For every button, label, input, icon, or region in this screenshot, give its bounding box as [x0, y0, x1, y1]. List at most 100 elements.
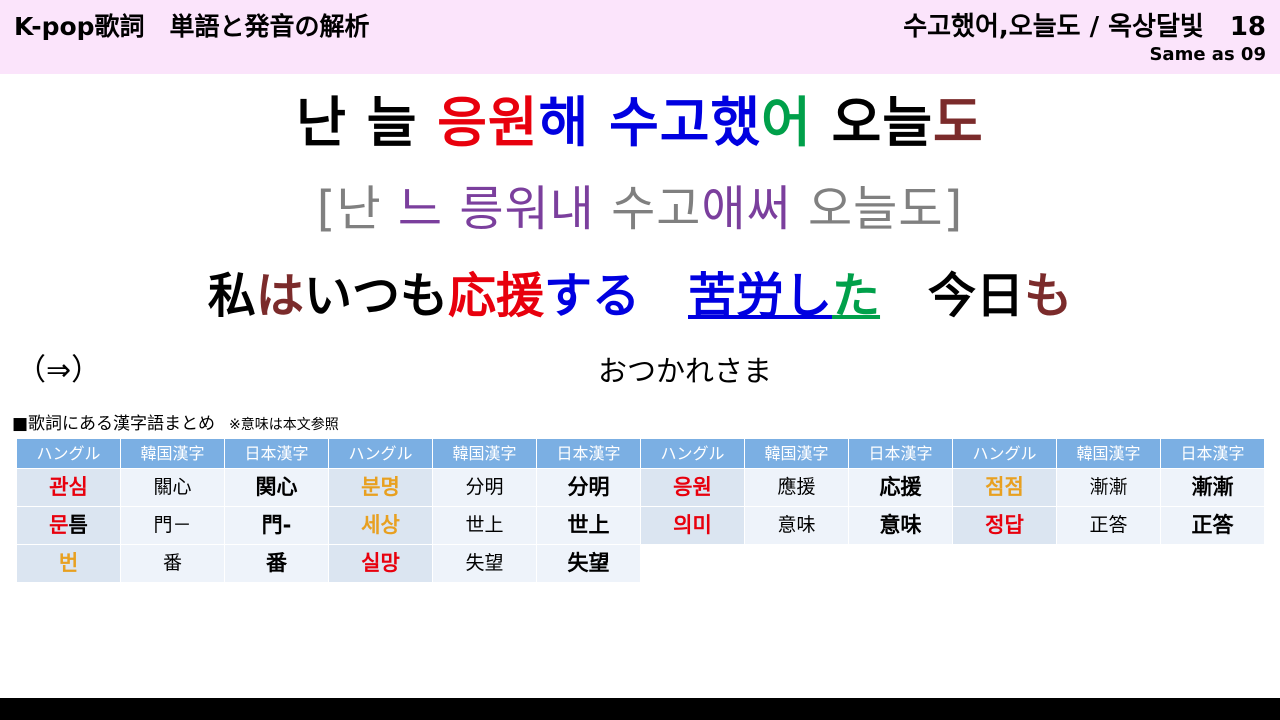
table-col-header: 韓国漢字 — [1056, 438, 1161, 469]
table-cell-korean-hanja: 正答 — [1056, 506, 1161, 545]
table-col-header: 日本漢字 — [224, 438, 329, 469]
table-cell-japanese-kanji: 漸漸 — [1160, 468, 1265, 507]
korean-run-0: 난 늘 — [296, 91, 438, 154]
table-cell-japanese-kanji: 世上 — [536, 506, 641, 545]
table-cell-korean-hanja: 番 — [120, 544, 225, 583]
header-subtitle: Same as 09 — [1149, 44, 1266, 65]
japanese-run-5 — [640, 268, 688, 324]
table-col-header: 韓国漢字 — [432, 438, 537, 469]
table-cell-hangul: 실망 — [328, 544, 433, 583]
korean-run-1: 응원 — [437, 91, 539, 154]
table-cell-korean-hanja: 分明 — [432, 468, 537, 507]
table-cell-hangul: 의미 — [640, 506, 745, 545]
korean-run-2: 해 — [538, 91, 610, 154]
table-cell-empty — [640, 544, 745, 583]
table-cell-japanese-kanji: 分明 — [536, 468, 641, 507]
table-header-row: ハングル 韓国漢字 日本漢字 ハングル 韓国漢字 日本漢字 ハングル 韓国漢字 日本漢字 ハングル… — [16, 438, 1265, 469]
table-row: 관심 關心 関心 분명 分明 分明 응원 應援 応援 점점 漸漸 漸漸 — [16, 468, 1265, 507]
table-col-header: ハングル — [952, 438, 1057, 469]
table-caption-main: ■歌詞にある漢字語まとめ — [12, 414, 216, 434]
lyric-line-pronunciation: [난 느 릉워내 수고애써 오늘도] — [0, 185, 1280, 233]
table-cell-korean-hanja: 應援 — [744, 468, 849, 507]
table-cell-hangul: 응원 — [640, 468, 745, 507]
hangul-part-1: 틈 — [68, 513, 88, 537]
table-cell-empty — [1160, 544, 1265, 583]
table-cell-korean-hanja: 意味 — [744, 506, 849, 545]
table-col-header: 日本漢字 — [1160, 438, 1265, 469]
pronunciation-run-5: 애써 — [701, 181, 792, 237]
korean-run-4: 어 — [761, 91, 812, 154]
japanese-run-8 — [880, 268, 928, 324]
japanese-run-6: 苦労し — [688, 268, 833, 324]
table-cell-empty — [848, 544, 953, 583]
table-cell-hangul: 정답 — [952, 506, 1057, 545]
page-title: K-pop歌詞 単語と発音の解析 — [14, 12, 370, 41]
japanese-run-2: いつも — [303, 268, 448, 324]
table-cell-japanese-kanji: 番 — [224, 544, 329, 583]
korean-run-6: 도 — [933, 91, 984, 154]
hangul-part-0: 세상 — [361, 513, 400, 537]
table-cell-korean-hanja: 漸漸 — [1056, 468, 1161, 507]
hangul-part-0: 실망 — [361, 551, 400, 575]
korean-run-3: 수고했 — [609, 91, 762, 154]
table-cell-hangul: 관심 — [16, 468, 121, 507]
table-col-header: ハングル — [328, 438, 433, 469]
table-cell-hangul: 번 — [16, 544, 121, 583]
japanese-run-9: 今日 — [928, 268, 1025, 324]
kanji-summary-table: ハングル 韓国漢字 日本漢字 ハングル 韓国漢字 日本漢字 ハングル 韓国漢字 日本漢字 ハングル… — [16, 438, 1265, 583]
hangul-part-0: 의미 — [673, 513, 712, 537]
korean-run-5: 오늘 — [811, 91, 934, 154]
hangul-part-0: 문 — [49, 513, 69, 537]
pronunciation-run-3: 릉워내 — [459, 181, 595, 237]
table-cell-korean-hanja: 門－ — [120, 506, 225, 545]
table-cell-hangul: 문틈 — [16, 506, 121, 545]
table-cell-hangul: 세상 — [328, 506, 433, 545]
table-cell-korean-hanja: 世上 — [432, 506, 537, 545]
table-cell-hangul: 분명 — [328, 468, 433, 507]
table-cell-japanese-kanji: 関心 — [224, 468, 329, 507]
table-row: 번 番番 실망 失望 失望 — [16, 544, 1265, 583]
lyric-line-korean: 난 늘 응원해 수고했어 오늘도 — [0, 96, 1280, 150]
hangul-part-0: 점점 — [985, 475, 1024, 499]
japanese-run-7: た — [832, 268, 881, 324]
table-row: 문틈 門－ 門- 세상 世上 世上 의미 意味 意味 정답 正答 正答 — [16, 506, 1265, 545]
japanese-run-1: は — [255, 268, 304, 324]
translation-note: おつかれさま — [597, 354, 772, 388]
table-caption: ■歌詞にある漢字語まとめ ※意味は本文参照 — [12, 409, 339, 434]
hangul-part-0: 응원 — [673, 475, 712, 499]
pronunciation-run-4: 수고 — [594, 181, 702, 237]
pronunciation-run-1: 느 — [397, 181, 444, 237]
table-cell-korean-hanja: 失望 — [432, 544, 537, 583]
table-col-header: 日本漢字 — [536, 438, 641, 469]
japanese-run-0: 私 — [207, 268, 256, 324]
slide-canvas: K-pop歌詞 単語と発音の解析 수고했어,오늘도 / 옥상달빛 18 Same… — [0, 0, 1280, 698]
table-cell-japanese-kanji: 応援 — [848, 468, 953, 507]
japanese-run-4: する — [543, 268, 640, 324]
table-cell-japanese-kanji: 意味 — [848, 506, 953, 545]
table-col-header: 日本漢字 — [848, 438, 953, 469]
table-cell-japanese-kanji: 失望 — [536, 544, 641, 583]
header-band: K-pop歌詞 単語と発音の解析 수고했어,오늘도 / 옥상달빛 18 Same… — [0, 0, 1280, 74]
table-body: 관심 關心 関心 분명 分明 分明 응원 應援 応援 점점 漸漸 漸漸 문틈 門－ 門- 세상 世上 世上 의미 意味… — [16, 468, 1265, 583]
japanese-run-3: 応援 — [447, 268, 544, 324]
table-cell-korean-hanja: 關心 — [120, 468, 225, 507]
table-cell-hangul: 점점 — [952, 468, 1057, 507]
table-caption-sub: ※意味は本文参照 — [215, 417, 339, 433]
table-col-header: 韓国漢字 — [744, 438, 849, 469]
table-cell-japanese-kanji: 正答 — [1160, 506, 1265, 545]
japanese-run-10: も — [1024, 268, 1073, 324]
table-cell-empty — [744, 544, 849, 583]
table-cell-empty — [952, 544, 1057, 583]
pronunciation-run-0: [난 — [316, 181, 398, 237]
table-col-header: ハングル — [640, 438, 745, 469]
pronunciation-run-2 — [443, 181, 459, 237]
pronunciation-run-6: 오늘도] — [791, 181, 964, 237]
table-cell-empty — [1056, 544, 1161, 583]
song-title: 수고했어,오늘도 / 옥상달빛 18 — [903, 12, 1266, 42]
hangul-part-0: 번 — [58, 551, 79, 575]
lyric-line-japanese: 私はいつも応援する 苦労した 今日も — [0, 272, 1280, 320]
bottom-black-bar — [0, 698, 1280, 720]
table-header: ハングル 韓国漢字 日本漢字 ハングル 韓国漢字 日本漢字 ハングル 韓国漢字 日本漢字 ハングル… — [16, 438, 1265, 469]
table-cell-japanese-kanji: 門- — [224, 506, 329, 545]
hangul-part-0: 정답 — [985, 513, 1024, 537]
